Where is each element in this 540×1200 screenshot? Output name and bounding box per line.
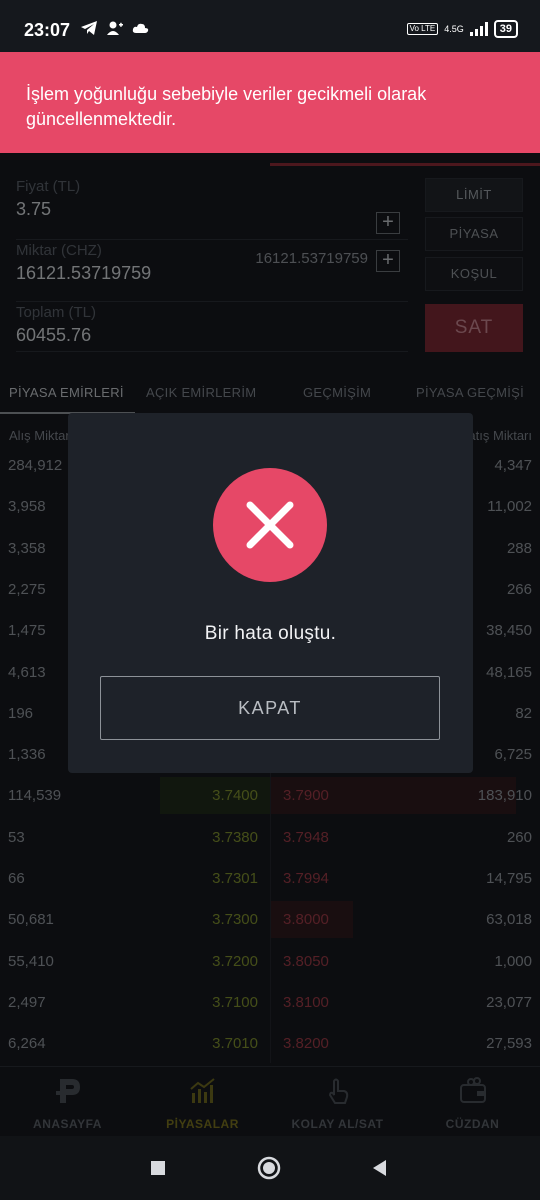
delay-warning-banner: İşlem yoğunluğu sebebiyle veriler gecikm… — [0, 52, 540, 153]
banner-text: İşlem yoğunluğu sebebiyle veriler gecikm… — [26, 84, 427, 129]
battery-icon: 39 — [493, 20, 518, 38]
recents-icon[interactable] — [146, 1156, 170, 1180]
add-contact-icon — [107, 21, 123, 35]
error-dialog: Bir hata oluştu. KAPAT — [68, 413, 473, 773]
volte-indicator: Vo LTE — [406, 23, 439, 35]
status-bar: 23:07 Vo LTE 4.5G 39 — [0, 0, 540, 52]
signal-icon — [469, 22, 488, 36]
home-icon[interactable] — [257, 1156, 281, 1180]
network-type: 4.5G — [444, 23, 464, 34]
cloud-icon — [132, 23, 149, 33]
status-time: 23:07 — [24, 20, 71, 40]
close-button[interactable]: KAPAT — [100, 676, 440, 740]
error-message: Bir hata oluştu. — [204, 623, 337, 644]
system-nav-bar — [0, 1136, 540, 1200]
back-icon[interactable] — [368, 1156, 392, 1180]
error-icon — [213, 468, 327, 582]
telegram-icon — [81, 21, 97, 35]
